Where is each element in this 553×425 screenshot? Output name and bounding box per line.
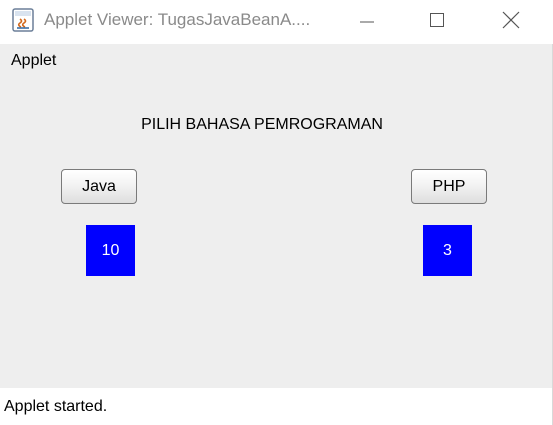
applet-panel: PILIH BAHASA PEMROGRAMAN Java PHP 10 3 [0,77,552,388]
java-count-label: 10 [86,225,135,276]
php-count-label: 3 [423,225,472,276]
status-text: Applet started. [4,398,108,415]
minimize-icon [360,21,374,23]
java-applet-icon [12,8,34,32]
java-button[interactable]: Java [61,169,137,204]
menu-applet[interactable]: Applet [11,52,56,70]
window-title: Applet Viewer: TugasJavaBeanA.... [44,10,311,29]
title-bar[interactable]: Applet Viewer: TugasJavaBeanA.... [0,0,553,44]
maximize-icon [430,13,444,27]
page-title: PILIH BAHASA PEMROGRAMAN [141,116,383,133]
php-button[interactable]: PHP [411,169,487,204]
menu-bar: Applet [0,44,552,77]
close-icon [502,11,520,29]
status-bar: Applet started. [0,388,552,425]
maximize-button[interactable] [414,0,460,40]
minimize-button[interactable] [344,0,390,40]
close-button[interactable] [488,0,534,40]
applet-viewer-window: Applet Viewer: TugasJavaBeanA.... Applet… [0,0,553,425]
